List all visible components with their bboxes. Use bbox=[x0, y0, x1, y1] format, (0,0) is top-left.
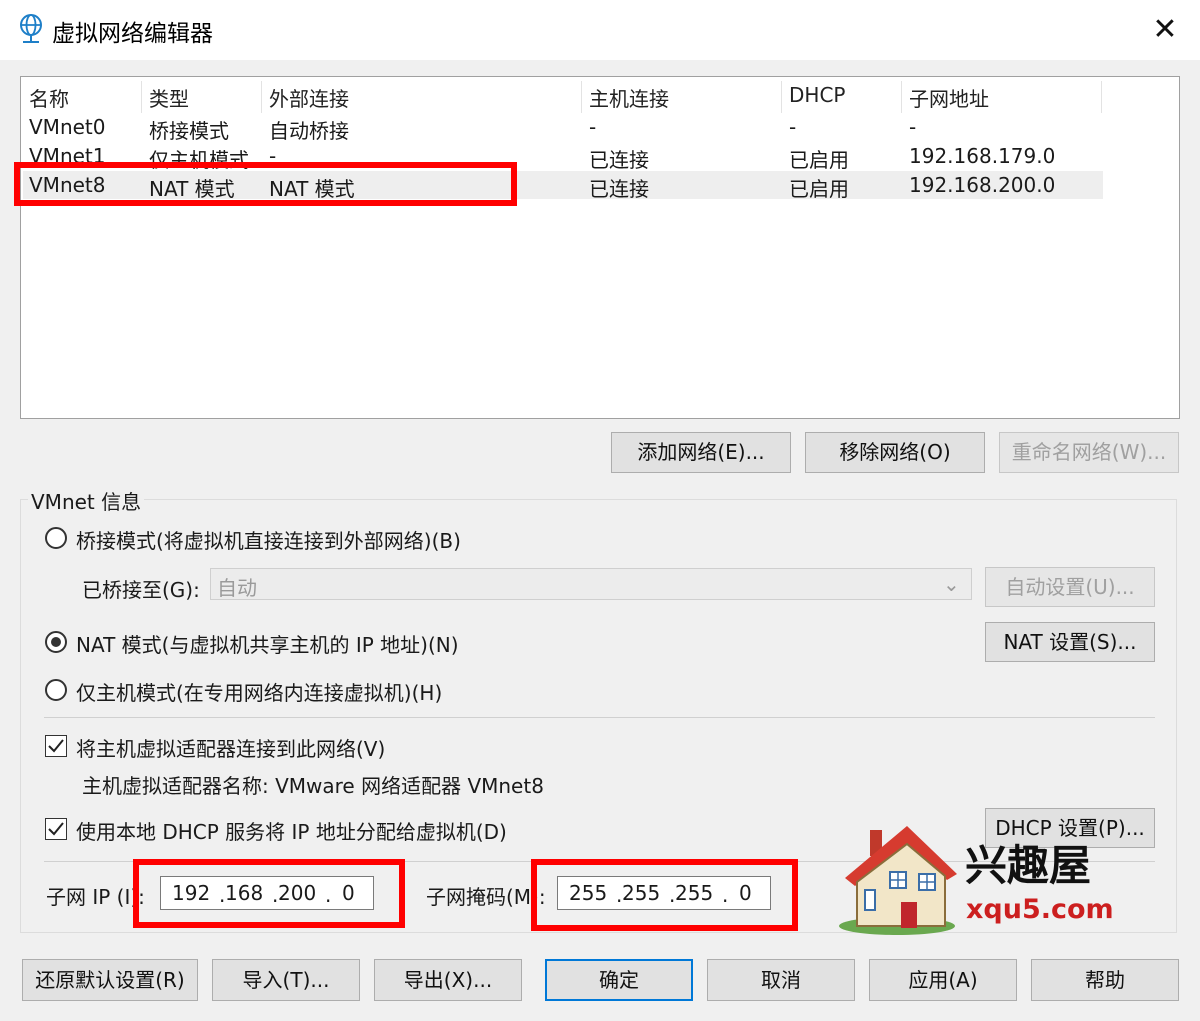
column-divider[interactable] bbox=[141, 81, 142, 113]
cell-subnet: 192.168.200.0 bbox=[909, 173, 1056, 197]
column-divider[interactable] bbox=[581, 81, 582, 113]
highlight-box bbox=[14, 162, 517, 206]
column-header-name[interactable]: 名称 bbox=[29, 83, 69, 113]
check-icon bbox=[48, 739, 64, 753]
cell-subnet: 192.168.179.0 bbox=[909, 144, 1056, 168]
hostonly-label[interactable]: 仅主机模式(在专用网络内连接虚拟机)(H) bbox=[76, 677, 442, 706]
adapter-name-text: 主机虚拟适配器名称: VMware 网络适配器 VMnet8 bbox=[82, 774, 544, 798]
highlight-box bbox=[531, 859, 798, 931]
subnet-mask-label: 子网掩码(M): bbox=[426, 885, 546, 909]
cancel-button[interactable]: 取消 bbox=[707, 959, 855, 1001]
cell-name: VMnet0 bbox=[29, 115, 106, 139]
restore-defaults-button[interactable]: 还原默认设置(R) bbox=[22, 959, 198, 1001]
check-icon bbox=[48, 822, 64, 836]
cell-host: - bbox=[589, 115, 597, 139]
column-divider[interactable] bbox=[781, 81, 782, 113]
connect-adapter-checkbox[interactable] bbox=[45, 735, 67, 757]
divider bbox=[44, 717, 1155, 718]
bridged-to-value: 自动 bbox=[217, 576, 257, 600]
cell-host: 已连接 bbox=[589, 177, 649, 201]
dhcp-label[interactable]: 使用本地 DHCP 服务将 IP 地址分配给虚拟机(D) bbox=[76, 816, 507, 845]
nat-radio[interactable] bbox=[45, 631, 67, 653]
bridged-to-label: 已桥接至(G): bbox=[82, 578, 200, 602]
bridged-to-select[interactable]: 自动 ⌄ bbox=[210, 568, 972, 600]
close-button[interactable]: ✕ bbox=[1140, 10, 1190, 50]
watermark-url: xqu5.com bbox=[966, 894, 1114, 925]
add-network-button[interactable]: 添加网络(E)... bbox=[611, 432, 791, 473]
group-title: VMnet 信息 bbox=[28, 486, 145, 515]
column-header-host[interactable]: 主机连接 bbox=[589, 83, 669, 113]
dhcp-checkbox[interactable] bbox=[45, 818, 67, 840]
column-header-type[interactable]: 类型 bbox=[149, 83, 189, 113]
help-button[interactable]: 帮助 bbox=[1031, 959, 1179, 1001]
chevron-down-icon[interactable]: ⌄ bbox=[943, 572, 960, 596]
nat-label[interactable]: NAT 模式(与虚拟机共享主机的 IP 地址)(N) bbox=[76, 629, 459, 658]
column-header-subnet[interactable]: 子网地址 bbox=[909, 83, 989, 113]
column-divider[interactable] bbox=[901, 81, 902, 113]
connect-adapter-label[interactable]: 将主机虚拟适配器连接到此网络(V) bbox=[76, 733, 385, 762]
column-header-dhcp[interactable]: DHCP bbox=[789, 83, 845, 113]
cell-subnet: - bbox=[909, 115, 917, 139]
cell-host: 已连接 bbox=[589, 148, 649, 172]
subnet-ip-label: 子网 IP (I): bbox=[46, 885, 145, 909]
column-header-external[interactable]: 外部连接 bbox=[269, 83, 349, 113]
cell-dhcp: 已启用 bbox=[789, 148, 849, 172]
ok-button[interactable]: 确定 bbox=[545, 959, 693, 1001]
watermark-brand: 兴趣屋 bbox=[965, 841, 1092, 890]
import-button[interactable]: 导入(T)... bbox=[212, 959, 360, 1001]
cell-type: 桥接模式 bbox=[149, 119, 229, 143]
column-divider[interactable] bbox=[1101, 81, 1102, 113]
cell-dhcp: - bbox=[789, 115, 797, 139]
bridged-radio[interactable] bbox=[45, 527, 67, 549]
highlight-box bbox=[133, 859, 405, 928]
rename-network-button[interactable]: 重命名网络(W)... bbox=[999, 432, 1179, 473]
hostonly-radio[interactable] bbox=[45, 679, 67, 701]
column-divider[interactable] bbox=[261, 81, 262, 113]
table-row[interactable]: VMnet0 桥接模式 自动桥接 - - - bbox=[23, 113, 1103, 143]
nat-settings-button[interactable]: NAT 设置(S)... bbox=[985, 622, 1155, 662]
apply-button[interactable]: 应用(A) bbox=[869, 959, 1017, 1001]
window-title: 虚拟网络编辑器 bbox=[52, 21, 213, 47]
cell-external: 自动桥接 bbox=[269, 119, 349, 143]
remove-network-button[interactable]: 移除网络(O) bbox=[805, 432, 985, 473]
bridged-label[interactable]: 桥接模式(将虚拟机直接连接到外部网络)(B) bbox=[76, 525, 461, 554]
auto-settings-button[interactable]: 自动设置(U)... bbox=[985, 567, 1155, 607]
network-list[interactable]: 名称 类型 外部连接 主机连接 DHCP 子网地址 VMnet0 桥接模式 自动… bbox=[20, 76, 1180, 419]
globe-network-icon bbox=[18, 14, 44, 44]
export-button[interactable]: 导出(X)... bbox=[374, 959, 522, 1001]
house-icon bbox=[835, 822, 965, 938]
cell-dhcp: 已启用 bbox=[789, 177, 849, 201]
